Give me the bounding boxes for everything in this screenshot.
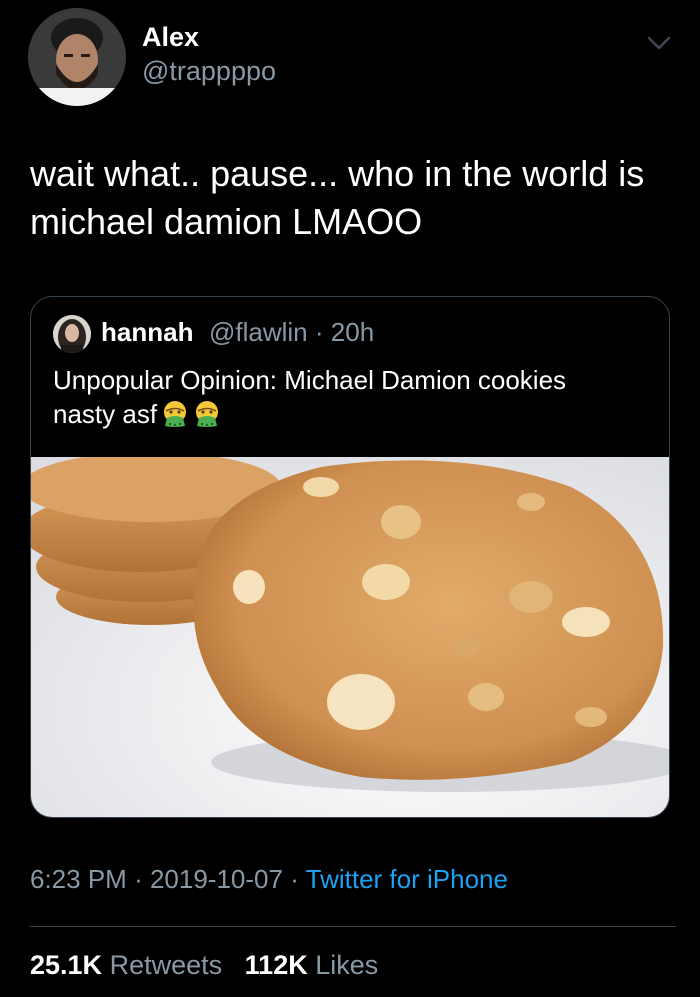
tweet-source-link[interactable]: Twitter for iPhone bbox=[306, 864, 508, 894]
author-handle[interactable]: @trappppo bbox=[142, 56, 276, 87]
likes-stat[interactable]: 112K Likes bbox=[245, 950, 379, 980]
nauseated-face-emoji-icon bbox=[161, 400, 189, 428]
separator-dot: · bbox=[290, 864, 299, 894]
quoted-text-line: nasty asf bbox=[53, 397, 653, 431]
separator-dot: · bbox=[314, 317, 324, 347]
tweet: Alex @trappppo wait what.. pause... who … bbox=[0, 0, 700, 997]
quoted-time: 20h bbox=[330, 317, 375, 347]
nauseated-face-emoji-icon bbox=[193, 400, 221, 428]
likes-label: Likes bbox=[315, 950, 379, 980]
separator-dot: · bbox=[134, 864, 143, 894]
quoted-tweet[interactable]: hannah @flawlin · 20h Unpopular Opinion:… bbox=[30, 296, 670, 818]
quoted-author-handle[interactable]: @flawlin bbox=[209, 317, 308, 347]
tweet-stats: 25.1K Retweets 112K Likes bbox=[30, 950, 378, 981]
tweet-date[interactable]: 2019-10-07 bbox=[150, 864, 283, 894]
retweets-count: 25.1K bbox=[30, 950, 103, 980]
quoted-author-name[interactable]: hannah bbox=[101, 317, 193, 348]
quoted-text-line-2: nasty asf bbox=[53, 399, 158, 429]
tweet-time[interactable]: 6:23 PM bbox=[30, 864, 127, 894]
tweet-text-line: wait what.. pause... who in the world is bbox=[30, 153, 645, 194]
likes-count: 112K bbox=[244, 950, 308, 980]
quoted-user-avatar[interactable] bbox=[53, 315, 91, 353]
user-avatar[interactable] bbox=[28, 8, 126, 106]
tweet-text-line: michael damion LMAOO bbox=[30, 201, 423, 242]
chevron-down-icon[interactable] bbox=[644, 28, 674, 58]
retweets-stat[interactable]: 25.1K Retweets bbox=[30, 950, 222, 980]
author-name[interactable]: Alex bbox=[142, 22, 199, 53]
tweet-meta: 6:23 PM · 2019-10-07 · Twitter for iPhon… bbox=[30, 864, 508, 895]
quoted-text: Unpopular Opinion: Michael Damion cookie… bbox=[53, 363, 653, 431]
divider bbox=[30, 926, 676, 927]
tweet-text: wait what.. pause... who in the world is… bbox=[30, 150, 680, 246]
quoted-author-meta: @flawlin · 20h bbox=[209, 317, 374, 348]
retweets-label: Retweets bbox=[109, 950, 223, 980]
cookies-photo[interactable] bbox=[31, 457, 669, 817]
quoted-text-line: Unpopular Opinion: Michael Damion cookie… bbox=[53, 365, 567, 395]
